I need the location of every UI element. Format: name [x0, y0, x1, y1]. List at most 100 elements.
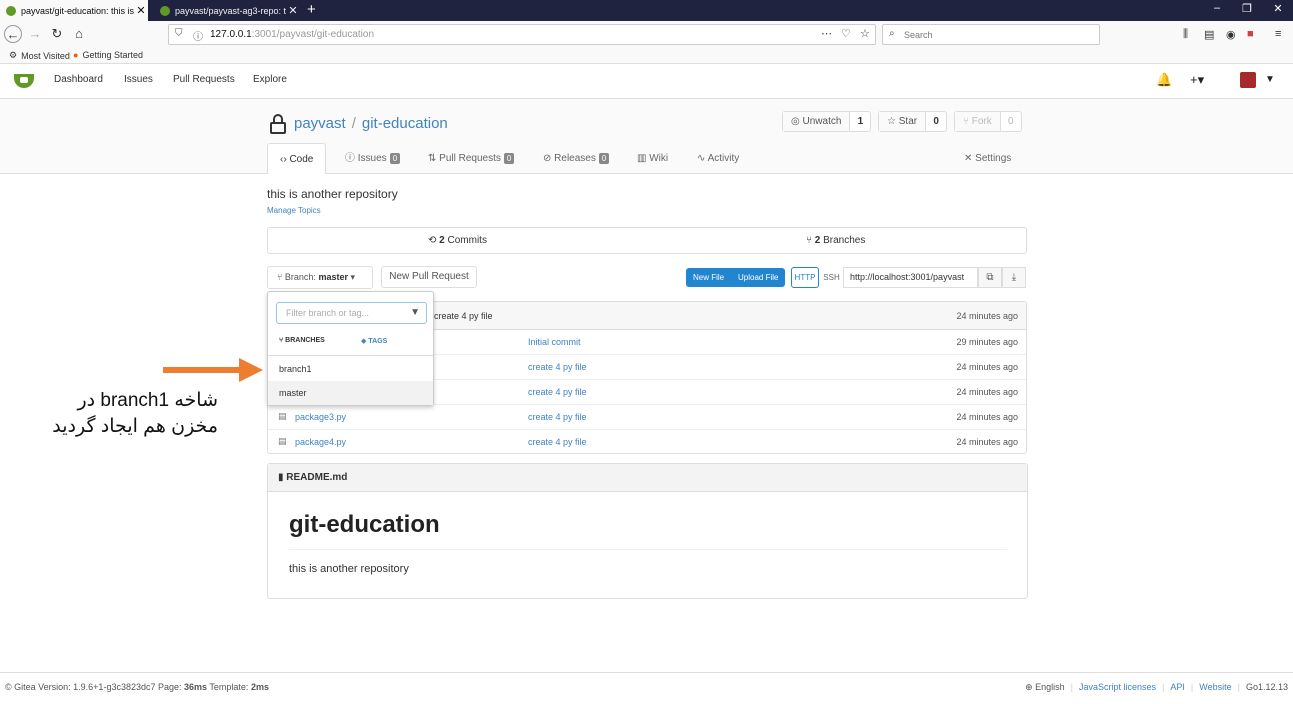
url-bar[interactable]: ⛉ ⓘ 127.0.0.1:3001/payvast/git-education… — [168, 24, 876, 45]
tab-code[interactable]: ‹› Code — [267, 143, 327, 174]
star-icon: ☆ — [887, 116, 899, 127]
language-selector[interactable]: ⊕ English — [1025, 682, 1065, 693]
forward-icon[interactable]: → — [26, 25, 44, 43]
gitea-logo-icon[interactable] — [14, 74, 34, 88]
commit-time: 24 minutes ago — [956, 437, 1018, 447]
commits-stat[interactable]: ⟲ 2 Commits — [428, 235, 487, 246]
latest-commit-message[interactable]: create 4 py file — [434, 311, 493, 321]
plus-icon[interactable]: +▾ — [1190, 72, 1204, 88]
search-placeholder: Search — [904, 30, 933, 40]
menu-icon[interactable]: ≡ — [1275, 28, 1281, 40]
repo-title-separator: / — [351, 115, 356, 132]
new-file-button[interactable]: New File — [693, 273, 724, 282]
url-text: 127.0.0.1:3001/payvast/git-education — [210, 29, 375, 40]
fork-count[interactable]: 0 — [1001, 112, 1021, 131]
reload-icon[interactable]: ↻ — [48, 25, 66, 43]
chevron-down-icon[interactable]: ▼ — [1265, 74, 1275, 85]
commit-time: 24 minutes ago — [956, 387, 1018, 397]
tab-issues[interactable]: ⓘ Issues 0 — [345, 143, 401, 174]
browser-search-box[interactable]: ⌕ Search — [882, 24, 1100, 45]
library-icon[interactable]: ⫼ — [1183, 28, 1188, 41]
star-count[interactable]: 0 — [926, 112, 946, 131]
bell-icon[interactable]: 🔔 — [1156, 72, 1172, 88]
repo-name-link[interactable]: git-education — [362, 115, 448, 132]
minimize-icon[interactable]: – — [1202, 2, 1232, 14]
watch-label: ◎ Unwatch — [783, 112, 851, 131]
commit-message-link[interactable]: create 4 py file — [528, 437, 587, 447]
commit-message-link[interactable]: create 4 py file — [528, 412, 587, 422]
close-tab-icon[interactable]: ✕ — [286, 4, 300, 17]
gitea-favicon-icon — [160, 5, 170, 16]
close-tab-icon[interactable]: ✕ — [134, 4, 148, 17]
http-clone-button[interactable]: HTTP — [791, 267, 819, 288]
new-pull-request-button[interactable]: New Pull Request — [381, 266, 477, 288]
tab-settings[interactable]: ✕ Settings — [964, 143, 1011, 174]
dropdown-item-branch1[interactable]: branch1 — [268, 357, 433, 381]
annotation-line-2: مخزن هم ایجاد گردید — [52, 416, 218, 437]
watch-count[interactable]: 1 — [850, 112, 870, 131]
star-label: ☆ Star — [879, 112, 927, 131]
branch-icon: ⑂ — [277, 272, 285, 282]
new-tab-icon[interactable]: + — [307, 1, 316, 18]
avatar[interactable] — [1240, 72, 1256, 88]
nav-issues[interactable]: Issues — [124, 74, 153, 85]
bookmark-star-icon[interactable]: ☆ — [860, 27, 870, 40]
tab-wiki[interactable]: ▥ Wiki — [637, 143, 668, 174]
globe-icon: ⊕ — [1025, 682, 1036, 692]
nav-pull-requests[interactable]: Pull Requests — [173, 74, 235, 85]
tab-activity[interactable]: ∿ Activity — [697, 143, 739, 174]
footer-link-api[interactable]: API — [1170, 682, 1185, 693]
repo-owner-link[interactable]: payvast — [294, 115, 346, 132]
branches-stat[interactable]: ⑂ 2 Branches — [806, 235, 865, 246]
back-icon[interactable]: ← — [4, 25, 22, 43]
sidebar-icon[interactable]: ▤ — [1204, 28, 1214, 41]
tab-releases[interactable]: ⊘ Releases 0 — [543, 143, 610, 174]
restore-icon[interactable]: ❐ — [1232, 2, 1262, 15]
home-icon[interactable]: ⌂ — [70, 25, 88, 43]
download-icon[interactable]: ⤓ — [1002, 267, 1026, 288]
tab-pull-requests[interactable]: ⇅ Pull Requests 0 — [428, 143, 515, 174]
file-icon: ▤ — [278, 436, 287, 446]
branch-selector-button[interactable]: ⑂ Branch: master ▾ — [267, 266, 373, 289]
pull-request-icon: ⇅ — [428, 153, 440, 164]
file-name-link[interactable]: package4.py — [295, 437, 346, 447]
tab-branches[interactable]: ⑂ BRANCHES — [279, 337, 325, 344]
commit-message-link[interactable]: create 4 py file — [528, 362, 587, 372]
ssh-clone-button[interactable]: SSH — [820, 267, 843, 288]
clone-url-input[interactable]: http://localhost:3001/payvast — [843, 267, 978, 288]
nav-dashboard[interactable]: Dashboard — [54, 74, 103, 85]
watch-button[interactable]: ◎ Unwatch 1 — [782, 111, 872, 132]
manage-topics-link[interactable]: Manage Topics — [267, 206, 321, 215]
firefox-icon: ● — [73, 50, 79, 60]
star-button[interactable]: ☆ Star 0 — [878, 111, 948, 132]
pocket-icon[interactable]: ♡ — [841, 27, 851, 40]
lock-icon — [270, 114, 286, 134]
bookmark-most-visited[interactable]: ⚙ Most Visited — [9, 50, 70, 61]
commit-message-link[interactable]: create 4 py file — [528, 387, 587, 397]
copy-icon[interactable]: ⧉ — [978, 267, 1002, 288]
file-name-link[interactable]: package3.py — [295, 412, 346, 422]
upload-file-button[interactable]: Upload File — [738, 273, 778, 282]
browser-nav-bar: ← → ↻ ⌂ ⛉ ⓘ 127.0.0.1:3001/payvast/git-e… — [0, 21, 1293, 48]
tab-tags[interactable]: ◆ TAGS — [361, 337, 387, 345]
issue-icon: ⓘ — [345, 153, 358, 164]
repo-description: this is another repository — [267, 187, 398, 201]
footer-link-licenses[interactable]: JavaScript licenses — [1079, 682, 1156, 693]
account-icon[interactable]: ◉ — [1226, 28, 1236, 41]
bookmark-getting-started[interactable]: ● Getting Started — [73, 50, 143, 60]
browser-tab-active[interactable]: payvast/git-education: this is a ✕ — [0, 0, 148, 21]
shield-icon[interactable]: ⛉ — [175, 28, 183, 39]
dropdown-item-master[interactable]: master — [268, 381, 433, 405]
page-actions-icon[interactable]: ⋯ — [821, 27, 832, 40]
repo-stats-bar: ⟲ 2 Commits ⑂ 2 Branches — [267, 227, 1027, 254]
close-window-icon[interactable]: ✕ — [1263, 2, 1293, 15]
commit-message-link[interactable]: Initial commit — [528, 337, 581, 347]
extension-icon[interactable]: ■ — [1247, 28, 1254, 40]
branch-filter-input[interactable]: Filter branch or tag... ▼ — [276, 302, 427, 324]
browser-tab[interactable]: payvast/payvast-ag3-repo: thi ✕ — [154, 0, 300, 21]
info-icon[interactable]: ⓘ — [193, 28, 203, 43]
nav-explore[interactable]: Explore — [253, 74, 287, 85]
file-actions-group: New File Upload File — [686, 268, 785, 287]
fork-button[interactable]: ⑂ Fork 0 — [954, 111, 1022, 132]
footer-link-website[interactable]: Website — [1199, 682, 1231, 693]
